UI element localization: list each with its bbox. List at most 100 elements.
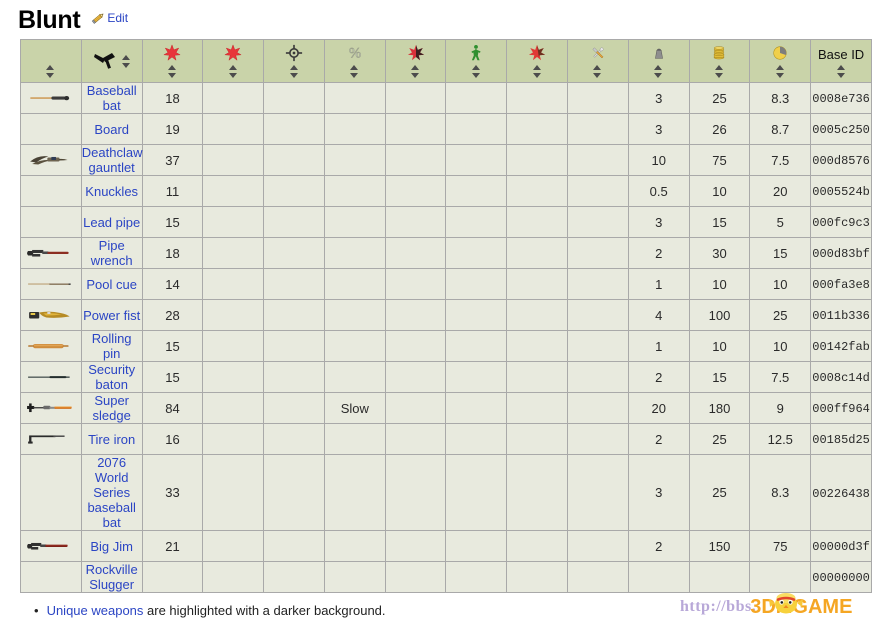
cell-effect (324, 83, 385, 114)
weapon-image-cell (21, 114, 82, 145)
cell-value (689, 562, 750, 593)
column-header-baseid[interactable]: Base ID (811, 40, 872, 83)
weapon-name-link[interactable]: Deathclaw gauntlet (82, 145, 143, 175)
weapon-name-link[interactable]: Pipe wrench (91, 238, 133, 268)
sort-arrows-icon[interactable] (350, 65, 359, 78)
column-header-accuracy[interactable] (264, 40, 325, 83)
cell-baseid: 0008c14d (811, 362, 872, 393)
cell-speed (446, 562, 507, 593)
cell-value: 10 (689, 331, 750, 362)
sort-arrows-icon[interactable] (122, 55, 131, 68)
cell-ratio: 5 (750, 207, 811, 238)
column-header-crit[interactable] (385, 40, 446, 83)
cell-crit (385, 269, 446, 300)
cell-effect (324, 531, 385, 562)
sort-arrows-icon[interactable] (837, 65, 846, 78)
edit-link[interactable]: Edit (107, 11, 128, 25)
column-header-speed[interactable] (446, 40, 507, 83)
sort-arrows-icon[interactable] (472, 65, 481, 78)
weapon-name-link[interactable]: Pool cue (86, 277, 137, 292)
cell-damage: 19 (142, 114, 203, 145)
column-header-dps[interactable] (203, 40, 264, 83)
cell-weight: 10 (628, 145, 689, 176)
cell-dps (203, 393, 264, 424)
crossed-tools-icon (588, 44, 608, 64)
weapon-image-cell (21, 455, 82, 531)
cell-value: 30 (689, 238, 750, 269)
cell-dps (203, 238, 264, 269)
weapon-name-link[interactable]: Lead pipe (83, 215, 140, 230)
cell-repair (568, 83, 629, 114)
cell-dps (203, 269, 264, 300)
cell-weight: 1 (628, 331, 689, 362)
cell-value: 150 (689, 531, 750, 562)
cell-crit (385, 114, 446, 145)
page-title: Blunt (18, 6, 80, 34)
sort-arrows-icon[interactable] (533, 65, 542, 78)
cell-strength (507, 424, 568, 455)
cell-repair (568, 238, 629, 269)
weapon-name-link[interactable]: Security baton (88, 362, 135, 392)
column-header-effect[interactable]: % (324, 40, 385, 83)
cell-effect (324, 176, 385, 207)
cell-ratio: 10 (750, 331, 811, 362)
sort-arrows-icon[interactable] (168, 65, 177, 78)
cell-repair (568, 362, 629, 393)
column-header-strength[interactable] (507, 40, 568, 83)
cell-dps (203, 145, 264, 176)
weapon-image-cell (21, 83, 82, 114)
cell-dps (203, 562, 264, 593)
cell-baseid: 00142fab (811, 331, 872, 362)
sort-arrows-icon[interactable] (593, 65, 602, 78)
cell-effect (324, 269, 385, 300)
cell-strength (507, 562, 568, 593)
sort-arrows-icon[interactable] (715, 65, 724, 78)
column-header-repair[interactable] (568, 40, 629, 83)
sort-arrows-icon[interactable] (46, 65, 55, 78)
weapon-name-link[interactable]: Super sledge (93, 393, 131, 423)
weapon-name-link[interactable]: Power fist (83, 308, 140, 323)
sort-arrows-icon[interactable] (411, 65, 420, 78)
weapon-name-link[interactable]: Big Jim (90, 539, 133, 554)
column-header-baseid-label: Base ID (818, 48, 864, 61)
cell-baseid: 000fc9c3 (811, 207, 872, 238)
weapons-table: % (20, 39, 872, 593)
sort-arrows-icon[interactable] (290, 65, 299, 78)
sort-arrows-icon[interactable] (229, 65, 238, 78)
weapon-name-link[interactable]: Baseball bat (87, 83, 137, 113)
cell-strength (507, 145, 568, 176)
sort-arrows-icon[interactable] (654, 65, 663, 78)
dark-star-icon (407, 44, 425, 64)
unique-weapons-link[interactable]: Unique weapons (47, 603, 144, 618)
cell-ratio: 9 (750, 393, 811, 424)
baseid-value: 00226438 (812, 487, 870, 501)
cell-accuracy (264, 176, 325, 207)
weapon-name-link[interactable]: 2076 World Series baseball bat (87, 455, 135, 530)
cell-repair (568, 331, 629, 362)
weapon-name-link[interactable]: Tire iron (88, 432, 135, 447)
weapon-name-link[interactable]: Knuckles (85, 184, 138, 199)
rolling-pin-thumb (21, 331, 81, 361)
column-header-ratio[interactable] (750, 40, 811, 83)
column-header-name[interactable] (81, 40, 142, 83)
column-header-weight[interactable] (628, 40, 689, 83)
table-row: 2076 World Series baseball bat333258.300… (21, 455, 872, 531)
table-row: Power fist284100250011b336 (21, 300, 872, 331)
cell-baseid: 00000d3f (811, 531, 872, 562)
cell-repair (568, 145, 629, 176)
cell-damage: 14 (142, 269, 203, 300)
weapon-name-link[interactable]: Board (94, 122, 129, 137)
cell-speed (446, 393, 507, 424)
cell-damage: 33 (142, 455, 203, 531)
coin-stack-icon (710, 44, 728, 64)
cell-repair (568, 531, 629, 562)
column-header-image[interactable] (21, 40, 82, 83)
weapon-name-link[interactable]: Rolling pin (92, 331, 132, 361)
column-header-value[interactable] (689, 40, 750, 83)
cell-dps (203, 300, 264, 331)
weapon-image-cell (21, 362, 82, 393)
column-header-damage[interactable] (142, 40, 203, 83)
cell-accuracy (264, 424, 325, 455)
sort-arrows-icon[interactable] (776, 65, 785, 78)
weapon-name-link[interactable]: Rockville Slugger (86, 562, 138, 592)
